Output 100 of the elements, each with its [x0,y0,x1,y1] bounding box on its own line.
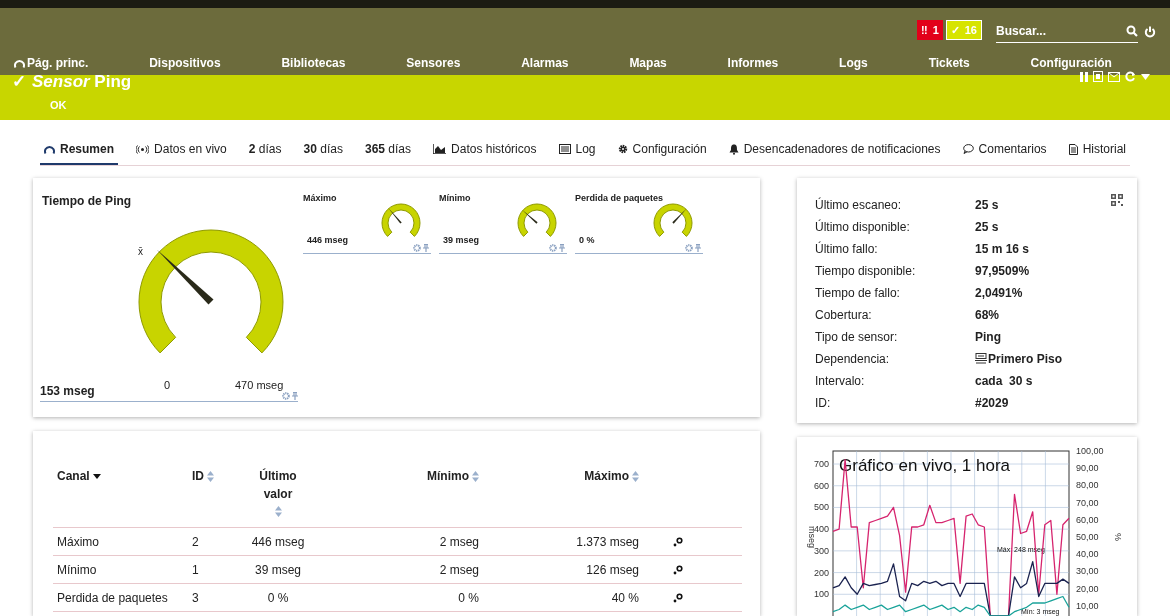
nav-link[interactable]: Sensores [406,54,461,72]
table-cell: 2 [192,534,199,549]
detail-label: Último fallo: [815,240,879,258]
nav-link[interactable]: Configuración [1030,54,1112,72]
gauge-icon [44,144,55,154]
detail-value: #2029 [975,395,1009,412]
gauge-dial [517,203,557,237]
sensor-title: Sensor Ping [32,73,132,90]
settings-icon[interactable] [549,244,557,252]
table-cell: 2 mseg [439,534,479,549]
column-header[interactable]: Máximo [584,467,639,485]
table-cell: 0 % [458,590,479,605]
power-icon[interactable] [1144,25,1156,38]
channel-settings-icon[interactable] [673,592,683,603]
pin-icon[interactable] [559,244,565,252]
column-header[interactable]: ID [192,467,214,485]
table-cell: Máximo [57,534,99,549]
secondary-axis-label: 50,00 [1076,532,1099,542]
detail-value: cada 30 s [975,373,1033,390]
tab[interactable]: 2 días [244,140,286,165]
dependency-link[interactable]: Primero Piso [975,350,1063,368]
column-header[interactable]: Último valor [248,467,308,517]
tab[interactable]: Desencadenadores de notificaciones [724,140,945,165]
gauge-icon [14,58,25,68]
channel-settings-icon[interactable] [673,564,683,575]
detail-value: 68% [975,307,1000,324]
table-cell: 1.373 mseg [576,534,639,549]
document-icon [1068,143,1078,155]
settings-icon[interactable] [685,244,693,252]
tab[interactable]: Log [554,140,600,165]
pause-icon[interactable] [1080,71,1088,82]
secondary-axis-label: 20,00 [1076,583,1099,594]
gauge-title: Tiempo de Ping [42,193,132,210]
pin-icon[interactable] [292,392,298,400]
search-field[interactable]: Buscar... [996,20,1138,43]
pin-icon[interactable] [695,244,701,252]
nav-link[interactable]: Bibliotecas [281,54,346,72]
sensor-status: OK [50,98,67,113]
gauge-min-label: 0 [164,378,171,393]
column-header[interactable]: Canal [57,467,101,485]
nav-link[interactable]: Tickets [928,54,970,72]
tab[interactable]: Datos en vivo [132,140,231,165]
gauge-max-label: 470 mseg [235,378,284,393]
column-header[interactable]: Mínimo [427,467,479,485]
nav-link[interactable]: Informes [727,54,779,72]
detail-value: Ping [975,329,1001,346]
tab[interactable]: Configuración [613,140,711,165]
tab[interactable]: Historial [1064,140,1130,165]
check-icon: ✓ [12,73,26,90]
nav-link[interactable]: Dispositivos [149,54,221,72]
search-input[interactable]: Buscar... [996,20,1106,42]
detail-label: Tipo de sensor: [815,329,899,346]
secondary-axis-label: 40,00 [1076,549,1099,560]
axis-tick-label: 500 [813,502,829,513]
document-icon[interactable] [1093,71,1103,82]
nav-link[interactable]: Mapas [629,54,667,72]
axis-tick-label: 100 [813,589,829,600]
secondary-axis-label: 80,00 [1076,480,1099,491]
pin-icon[interactable] [423,244,429,252]
secondary-axis-title: % [1113,533,1123,541]
gauge-value: 153 mseg [40,383,95,400]
gauge-dial [381,203,421,237]
secondary-axis-label: 90,00 [1076,463,1099,474]
detail-label: Tiempo disponible: [815,263,917,280]
table-cell: 40 % [611,590,639,605]
table-cell: 446 mseg [251,534,305,549]
device-icon [975,353,987,365]
tab[interactable]: 365 días [361,140,416,165]
channel-settings-icon[interactable] [673,536,683,547]
nav-link[interactable]: Alarmas [521,54,569,72]
bell-icon [728,143,739,155]
caret-icon[interactable] [1141,73,1150,80]
tab[interactable]: Comentarios [958,140,1051,165]
signal-icon [136,144,150,154]
settings-icon [617,144,628,154]
settings-icon[interactable] [413,244,421,252]
settings-icon[interactable] [282,392,290,400]
gauge-title: Mínimo [439,192,471,205]
refresh-icon[interactable] [1125,71,1136,82]
detail-label: Tiempo de fallo: [815,285,901,302]
detail-label: Último disponible: [815,218,911,236]
tab[interactable]: Datos históricos [429,140,541,165]
tab[interactable]: Resumen [40,140,119,165]
speech-bubble-icon [962,144,974,154]
nav-link[interactable]: Logs [839,54,868,72]
nav-link[interactable]: Pág. princ. [14,54,89,72]
mean-marker: x̄ [138,245,143,259]
secondary-axis-label: 30,00 [1076,566,1099,577]
detail-label: Último escaneo: [815,196,903,214]
qr-code-icon[interactable] [1111,194,1123,206]
search-icon[interactable] [1126,25,1138,37]
secondary-axis-label: 60,00 [1076,514,1099,525]
gauge-dial [653,203,693,237]
tab[interactable]: 30 días [299,140,347,165]
table-cell: 3 [192,590,199,605]
detail-value: 25 s [975,219,999,236]
alert-badge[interactable]: ‼ 1 [916,20,943,40]
secondary-axis-label: 70,00 [1076,497,1099,508]
detail-value: 97,9509% [975,263,1030,280]
mail-icon[interactable] [1108,71,1120,82]
